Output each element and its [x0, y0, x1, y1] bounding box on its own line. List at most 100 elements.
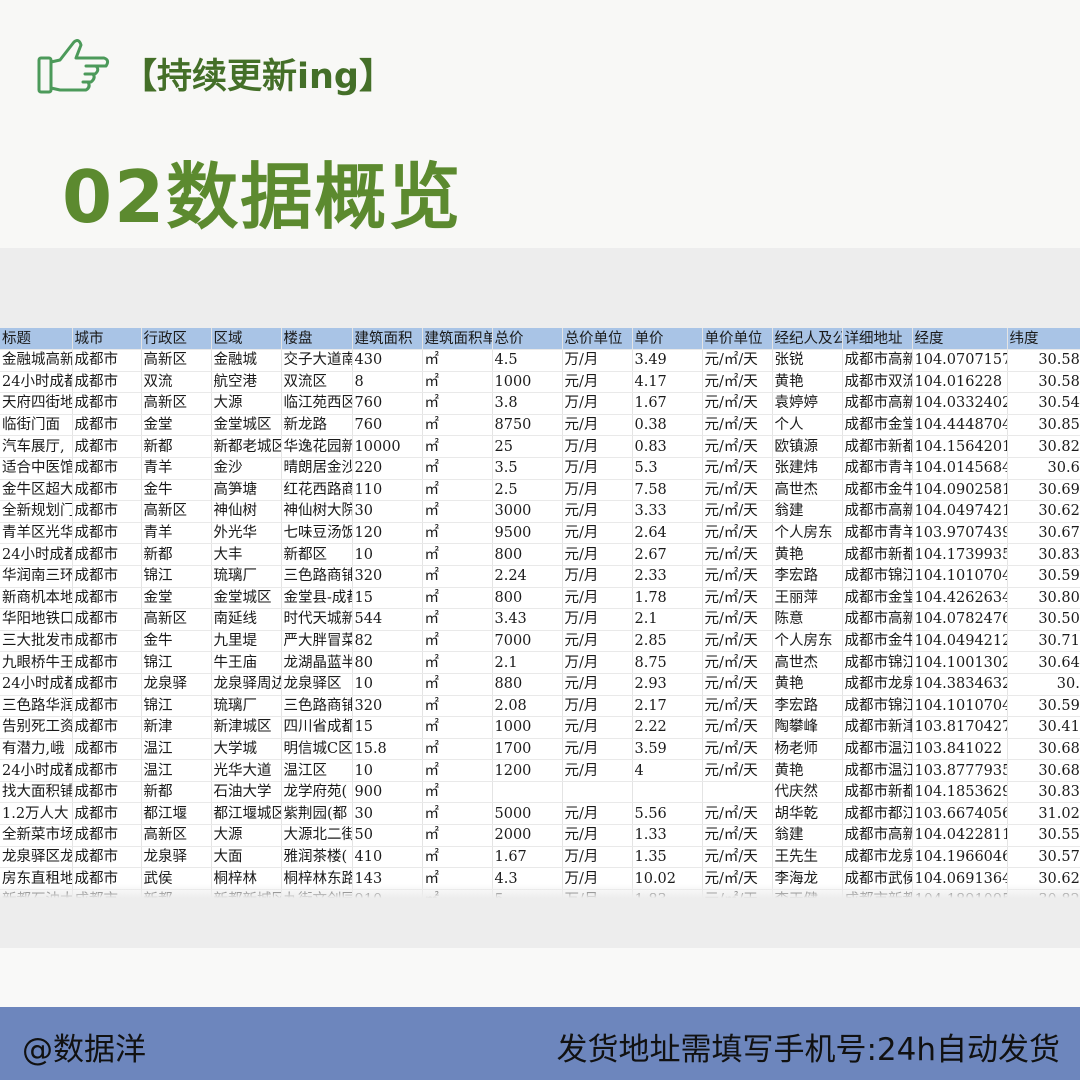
- table-cell: 元/㎡/天: [702, 371, 773, 394]
- table-cell: 万/月: [562, 695, 633, 718]
- table-cell: 7000: [492, 630, 563, 653]
- table-cell: 四川省成都: [281, 716, 353, 739]
- page-title: 02数据概览: [62, 155, 463, 239]
- table-cell: 30.68666: [1007, 759, 1080, 782]
- table-row: 华阳地铁口 成都市 高新区 南延线 时代天城新 544 ㎡ 3.43 万/月 2.1 元/㎡/天 陈意…: [0, 608, 1080, 631]
- table-cell: 高世杰: [772, 651, 843, 674]
- table-cell: 万/月: [562, 392, 633, 415]
- table-cell: 元/月: [562, 630, 633, 653]
- table-cell: 三色路商铺: [281, 695, 353, 718]
- table-cell: 元/㎡/天: [702, 457, 773, 480]
- table-cell: 30.67624: [1007, 522, 1080, 545]
- table-cell: 个人: [772, 414, 843, 437]
- table-cell: 三色路华润: [0, 695, 73, 718]
- table-cell: 103.6674056: [912, 802, 1008, 826]
- table-cell: 1.78: [632, 587, 703, 610]
- table-cell: 龙泉驿: [141, 673, 212, 696]
- table-cell: 李宏路: [772, 565, 843, 588]
- table-cell: ㎡: [422, 522, 493, 545]
- table-cell: 万/月: [562, 608, 633, 631]
- table-cell: 1700: [492, 738, 563, 761]
- table-cell: 龙泉驿区龙: [0, 846, 73, 869]
- table-cell: 4.5: [492, 349, 563, 372]
- column-header: 单价单位: [702, 328, 773, 350]
- table-cell: 温江: [141, 738, 212, 761]
- table-cell: 104.0422811: [912, 824, 1008, 847]
- table-cell: 30.83418: [1007, 543, 1080, 566]
- table-cell: 1000: [492, 371, 563, 394]
- table-cell: 雅润茶楼(: [281, 846, 353, 869]
- table-cell: 30.80768: [1007, 587, 1080, 610]
- table-cell: 220: [352, 457, 423, 480]
- table-cell: 双流区: [281, 371, 353, 394]
- table-cell: 大面: [211, 846, 282, 869]
- table-cell: 华逸花园新: [281, 435, 353, 458]
- table-cell: 元/月: [562, 802, 633, 826]
- table-cell: 适合中医馆: [0, 457, 73, 480]
- table-cell: 成都市: [72, 565, 142, 588]
- table-cell: 成都市金牛: [842, 479, 913, 502]
- table-cell: 高新区: [141, 392, 212, 415]
- table-cell: ㎡: [422, 392, 493, 415]
- table-cell: 2.5: [492, 479, 563, 502]
- table-cell: 30: [352, 802, 423, 826]
- table-cell: 黄艳: [772, 371, 843, 394]
- table-cell: 琉璃厂: [211, 565, 282, 588]
- table-cell: 三色路商铺: [281, 565, 353, 588]
- table-cell: 30.54909: [1007, 392, 1080, 415]
- table-cell: 万/月: [562, 651, 633, 674]
- table-cell: 104.1966046: [912, 846, 1008, 869]
- table-cell: 0.38: [632, 414, 703, 437]
- table-cell: 万/月: [562, 349, 633, 372]
- table-cell: 成都市: [72, 608, 142, 631]
- table-cell: 5.56: [632, 802, 703, 826]
- table-cell: 30.6829: [1007, 457, 1080, 480]
- table-cell: 成都市金堂: [842, 587, 913, 610]
- table-cell: 有潜力,峨: [0, 738, 73, 761]
- table-cell: 全新菜市场: [0, 824, 73, 847]
- table-cell: 成都市: [72, 846, 142, 869]
- table-cell: [562, 781, 633, 804]
- table-row: 适合中医馆 成都市 青羊 金沙 晴朗居金沙 220 ㎡ 3.5 万/月 5.3 元/㎡/天 张建炜 成都…: [0, 457, 1080, 480]
- table-cell: 元/㎡/天: [702, 695, 773, 718]
- table-cell: 成都市锦江: [842, 565, 913, 588]
- table-cell: 高新区: [141, 349, 212, 372]
- table-cell: ㎡: [422, 781, 493, 804]
- table-cell: ㎡: [422, 349, 493, 372]
- table-row: 新商机本地成都市金堂金堂城区金堂县-成都15㎡800元/月1.78元/㎡/天王丽…: [0, 587, 1080, 610]
- table-cell: 104.3834632: [912, 673, 1008, 696]
- table-cell: 龙泉驿: [141, 846, 212, 869]
- table-cell: 30.69806: [1007, 479, 1080, 502]
- table-cell: 15: [352, 716, 423, 739]
- table-cell: 代庆然: [772, 781, 843, 804]
- table-cell: 30.59587: [1007, 695, 1080, 718]
- table-cell: 大学城: [211, 738, 282, 761]
- table-cell: 成都市: [72, 587, 142, 610]
- table-cell: 个人房东: [772, 522, 843, 545]
- table-cell: 4: [632, 759, 703, 782]
- table-cell: 10: [352, 543, 423, 566]
- table-cell: 元/月: [562, 738, 633, 761]
- table-cell: 104.0145684: [912, 457, 1008, 480]
- table-cell: 黄艳: [772, 673, 843, 696]
- table-cell: 4.17: [632, 371, 703, 394]
- table-cell: 760: [352, 392, 423, 415]
- table-cell: 430: [352, 349, 423, 372]
- table-cell: 翁建: [772, 500, 843, 523]
- table-cell: 104.4448704: [912, 414, 1008, 437]
- table-cell: 30.58632: [1007, 371, 1080, 394]
- table-cell: 元/㎡/天: [702, 565, 773, 588]
- table-cell: 元/月: [562, 587, 633, 610]
- table-cell: 30.50898: [1007, 608, 1080, 631]
- table-cell: 24小时成都: [0, 543, 73, 566]
- table-cell: 元/㎡/天: [702, 824, 773, 847]
- table-cell: 成都市: [72, 673, 142, 696]
- table-body: 金融城高新 成都市 高新区 金融城 交子大道南 430 ㎡ 4.5 万/月 3.49 元/㎡/天 张锐…: [0, 349, 1080, 898]
- table-cell: 成都市: [72, 500, 142, 523]
- table-cell: 元/㎡/天: [702, 608, 773, 631]
- table-cell: 0.83: [632, 435, 703, 458]
- table-cell: 黄艳: [772, 759, 843, 782]
- table-cell: 30.71389: [1007, 630, 1080, 653]
- column-header: 区域: [211, 328, 282, 350]
- table-cell: 金融城高新: [0, 349, 73, 372]
